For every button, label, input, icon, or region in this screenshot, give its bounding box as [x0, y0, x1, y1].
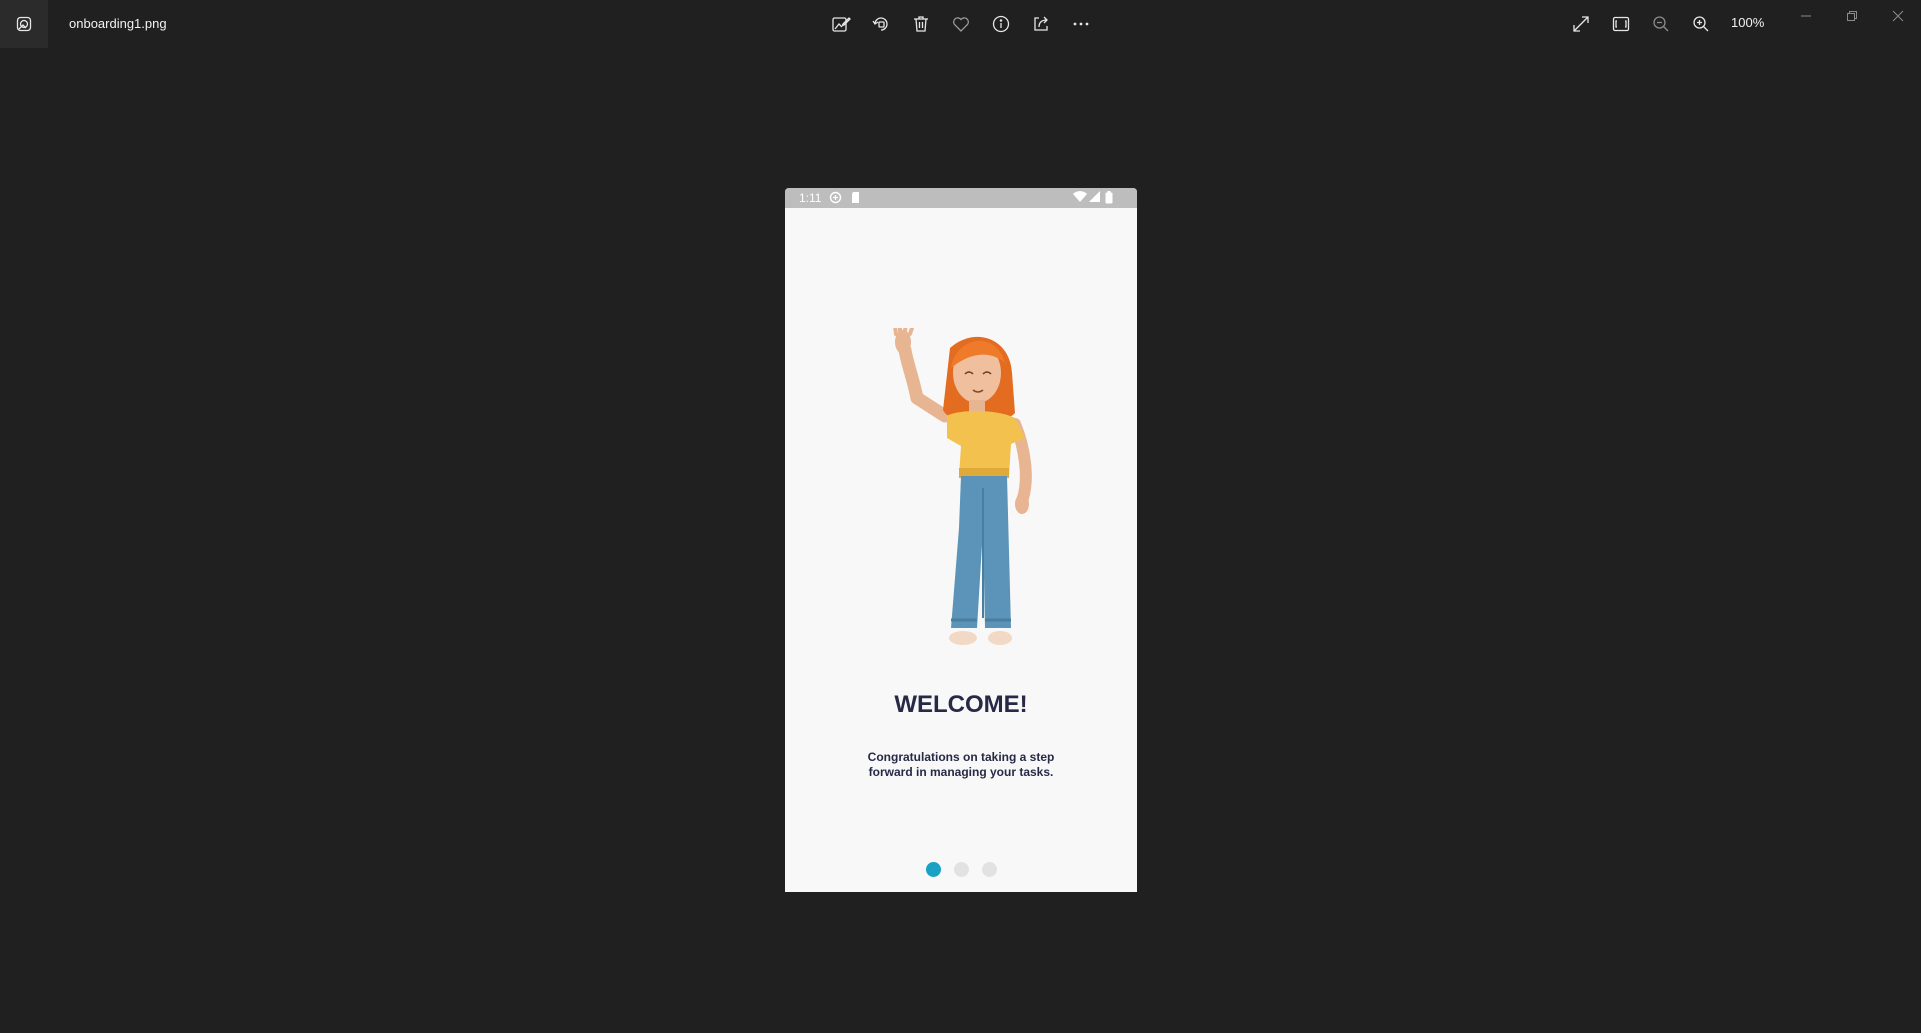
zoom-in-button[interactable] — [1685, 8, 1717, 40]
fit-to-window-button[interactable] — [1605, 8, 1637, 40]
edit-image-icon — [832, 17, 851, 32]
page-indicator — [785, 862, 1137, 877]
battery-icon — [1105, 191, 1113, 204]
more-button[interactable] — [1065, 8, 1097, 40]
delete-icon — [914, 16, 928, 32]
fit-to-window-icon — [1612, 16, 1630, 32]
welcome-message-line-1: Congratulations on taking a step — [867, 750, 1055, 764]
zoom-level[interactable]: 100% — [1731, 15, 1764, 30]
page-dot-1[interactable] — [925, 862, 941, 877]
zoom-out-button[interactable] — [1645, 8, 1677, 40]
android-status-bar: 1:11 — [785, 188, 1137, 208]
zoom-out-icon — [1653, 16, 1669, 32]
page-dot-2[interactable] — [953, 862, 969, 877]
close-icon — [1892, 10, 1904, 22]
share-icon — [1034, 16, 1048, 31]
welcome-message-line-2: forward in managing your tasks. — [868, 765, 1054, 779]
status-time: 1:11 — [799, 191, 822, 205]
minimize-icon — [1801, 15, 1811, 17]
onboarding-screenshot: 1:11 WELCOME! Congratulations on taking … — [785, 188, 1137, 892]
full-screen-button[interactable] — [1565, 8, 1597, 40]
welcome-message: Congratulations on taking a step forward… — [861, 750, 1061, 780]
favorite-button[interactable] — [945, 8, 977, 40]
sd-card-icon — [852, 192, 859, 203]
restore-icon — [1847, 11, 1857, 21]
sync-icon — [829, 191, 842, 204]
share-button[interactable] — [1025, 8, 1057, 40]
favorite-icon — [953, 17, 969, 32]
rotate-icon — [872, 17, 888, 31]
welcome-title: WELCOME! — [894, 691, 1028, 718]
page-dot-3[interactable] — [981, 862, 997, 877]
title-bar: onboarding1.png 100% — [0, 0, 1921, 48]
zoom-in-icon — [1693, 16, 1709, 32]
more-icon — [1073, 22, 1089, 26]
photos-app-icon — [0, 0, 48, 48]
info-button[interactable] — [985, 8, 1017, 40]
minimize-button[interactable] — [1783, 0, 1829, 32]
expand-icon — [1573, 16, 1589, 32]
cell-signal-icon — [1089, 191, 1100, 202]
delete-button[interactable] — [905, 8, 937, 40]
wifi-icon — [1073, 191, 1087, 202]
file-name: onboarding1.png — [69, 16, 167, 31]
restore-button[interactable] — [1829, 0, 1875, 32]
close-button[interactable] — [1875, 0, 1921, 32]
rotate-button[interactable] — [865, 8, 897, 40]
woman-waving-illustration — [893, 328, 1032, 645]
edit-image-button[interactable] — [825, 8, 857, 40]
info-icon — [992, 15, 1010, 33]
